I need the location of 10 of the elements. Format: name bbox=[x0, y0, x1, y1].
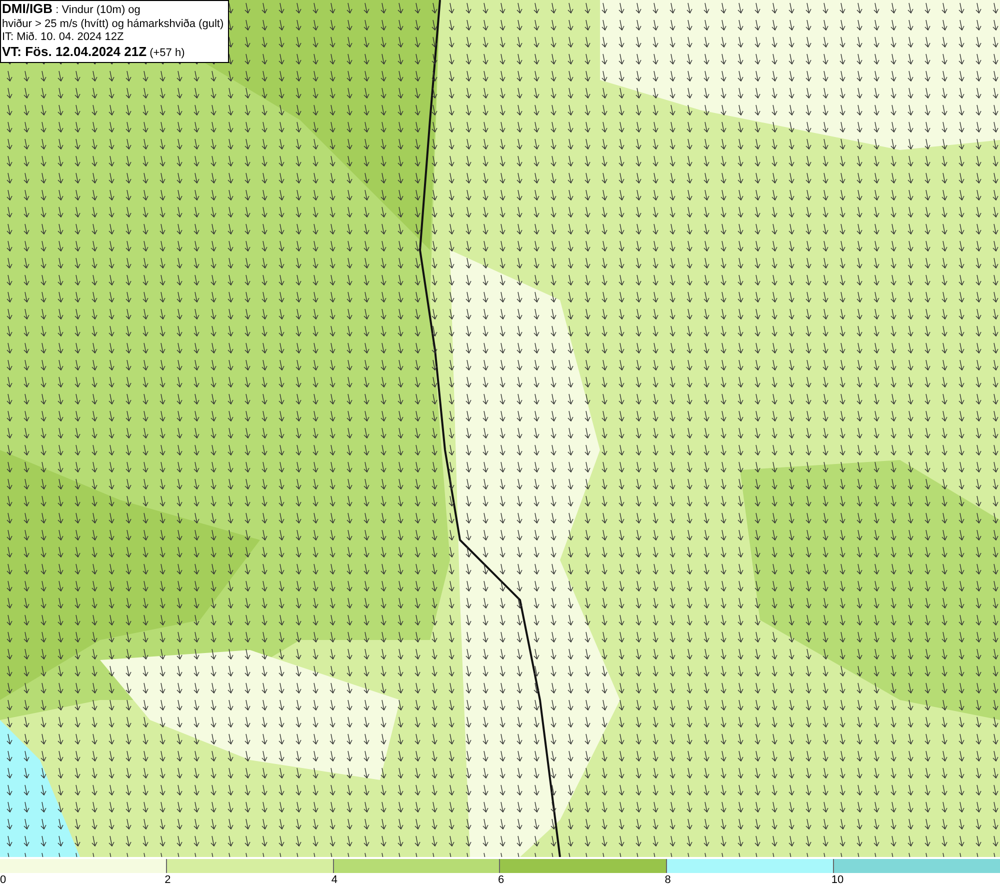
info-text: IT: Mið. 10. 04. 2024 12Z bbox=[2, 31, 125, 44]
legend-label: 8 bbox=[664, 873, 671, 887]
info-text: hviður > 25 m/s (hvítt) og hámarkshviða (gult) bbox=[2, 18, 225, 31]
legend-label: 4 bbox=[331, 873, 338, 887]
info-text: DMI/IGB : Vindur (10m) og bbox=[2, 2, 142, 18]
legend-label: 6 bbox=[498, 873, 504, 887]
info-text: VT: Fös. 12.04.2024 21Z (+57 h) bbox=[2, 44, 186, 60]
legend-label: 0 bbox=[0, 873, 6, 887]
legend-label: 2 bbox=[164, 873, 171, 887]
legend-label: 10 bbox=[831, 873, 844, 887]
